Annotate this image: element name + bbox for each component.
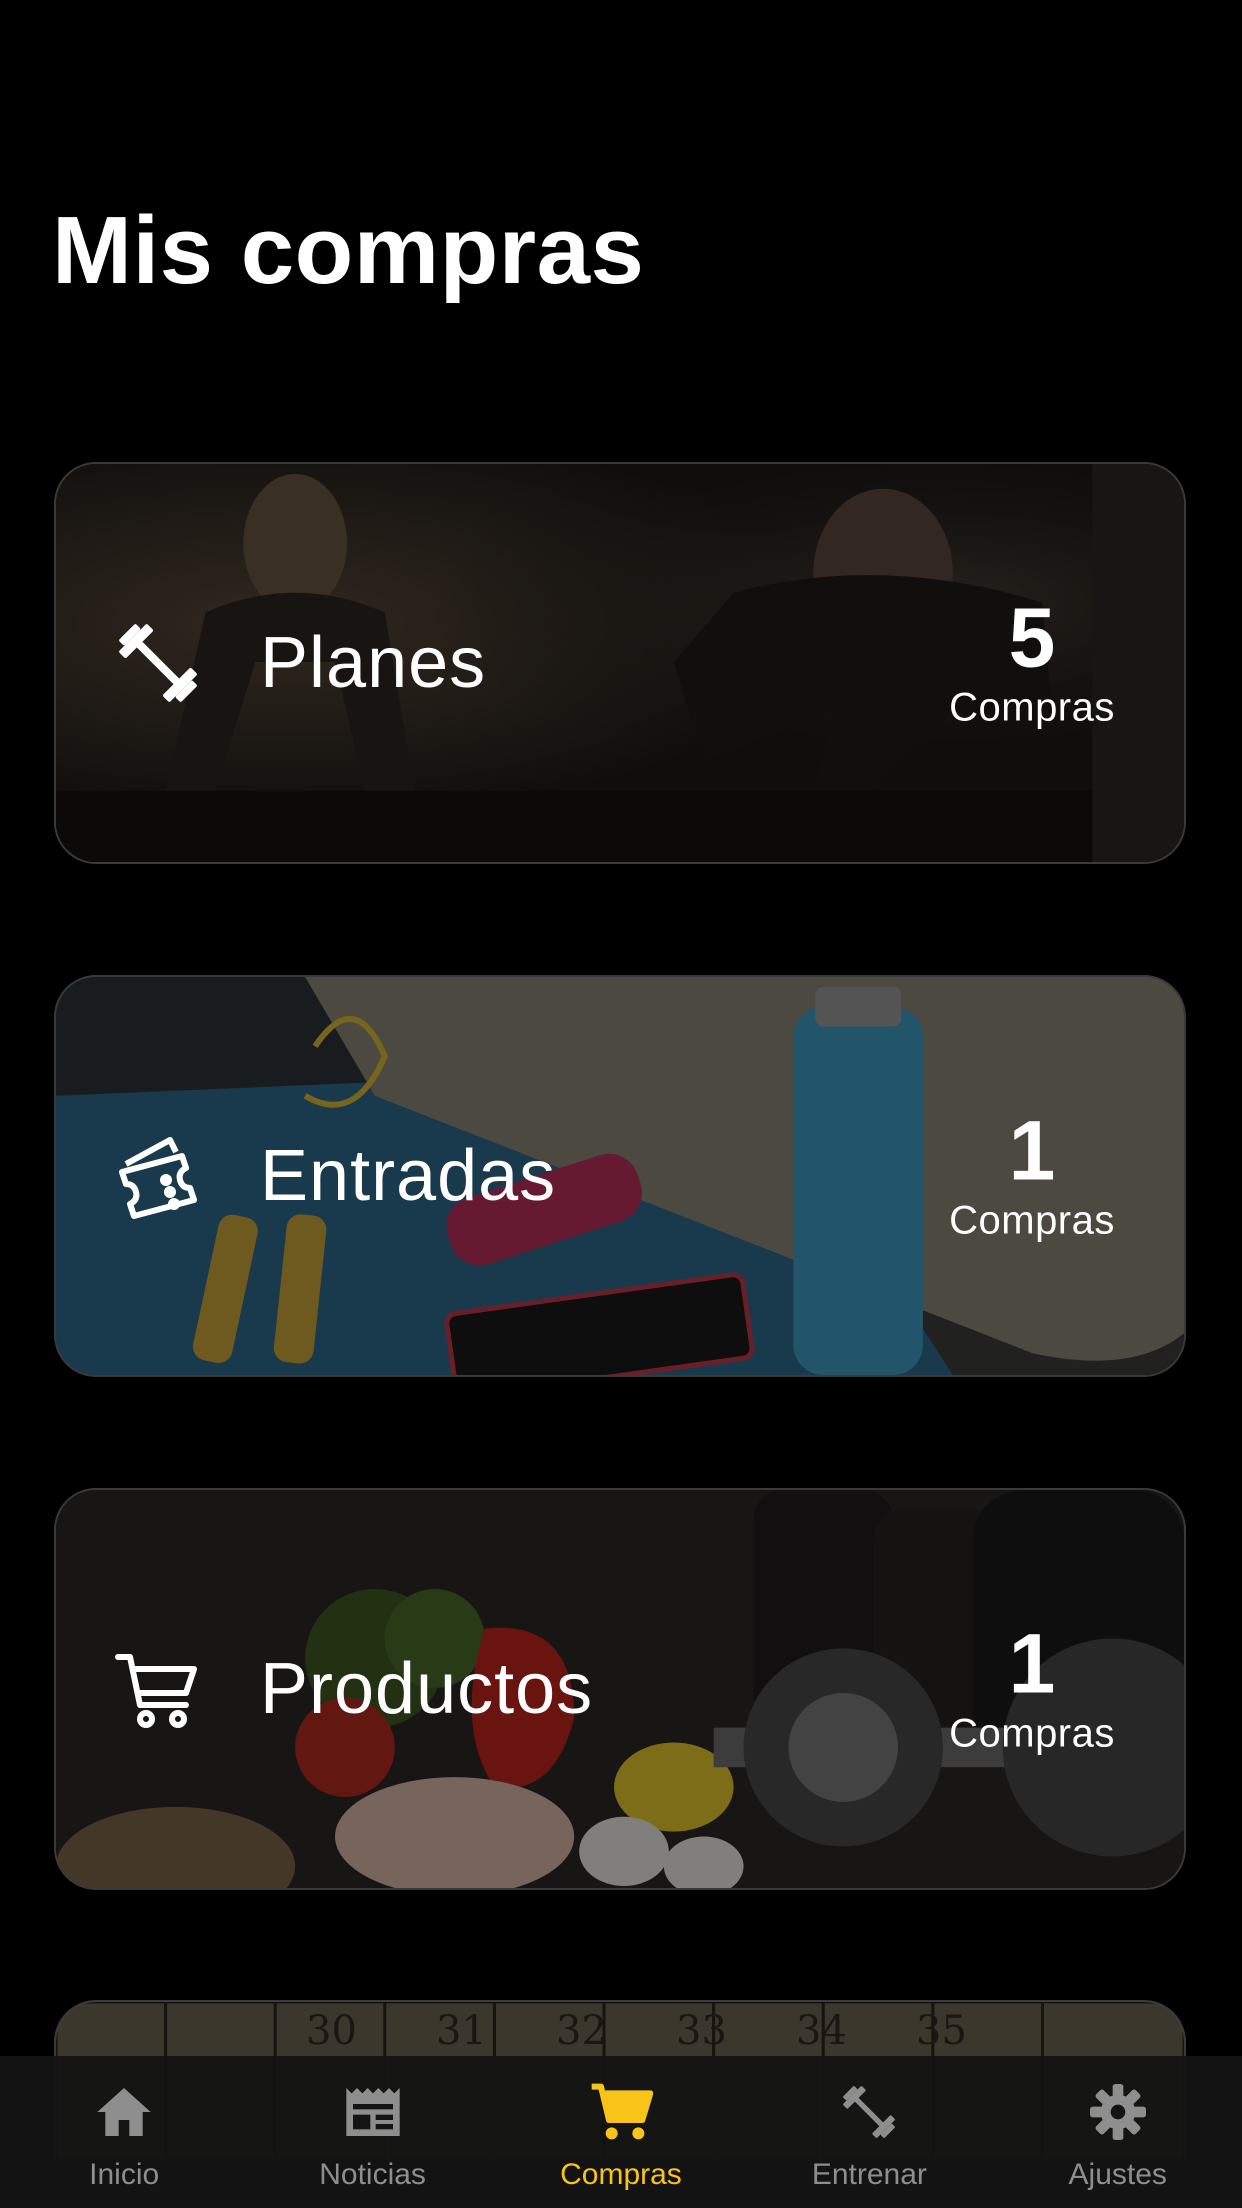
tab-label: Entrenar	[811, 2158, 927, 2191]
tab-label: Inicio	[89, 2158, 160, 2191]
locker-number: 32	[556, 2008, 607, 2054]
tab-ajustes[interactable]: Ajustes	[994, 2056, 1242, 2192]
locker-number: 35	[916, 2008, 967, 2054]
tab-noticias[interactable]: Noticias	[249, 2056, 497, 2192]
tab-inicio[interactable]: Inicio	[0, 2056, 248, 2192]
locker-number: 30	[306, 2008, 357, 2054]
count-number: 1	[1008, 1103, 1056, 1198]
tab-label: Noticias	[319, 2158, 426, 2191]
purchase-count: 1 Compras	[932, 1109, 1132, 1244]
locker-number: 31	[436, 2008, 487, 2054]
purchase-count: 5 Compras	[932, 596, 1132, 731]
dumbbell-icon	[837, 2080, 901, 2144]
tab-entrenar[interactable]: Entrenar	[745, 2056, 993, 2192]
page-title: Mis compras	[52, 197, 645, 304]
card-label: Planes	[260, 623, 487, 703]
cart-icon	[110, 1641, 206, 1737]
locker-number: 34	[796, 2008, 847, 2054]
cart-icon	[589, 2080, 653, 2144]
count-label: Compras	[949, 1711, 1115, 1756]
tab-compras[interactable]: Compras	[497, 2056, 745, 2192]
card-entradas[interactable]: Entradas 1 Compras	[54, 975, 1186, 1377]
tab-bar: Inicio Noticias Compras Entrenar Ajustes	[0, 2056, 1242, 2208]
tab-label: Ajustes	[1068, 2158, 1167, 2191]
ticket-icon	[110, 1128, 206, 1224]
home-icon	[92, 2080, 156, 2144]
locker-number: 33	[676, 2008, 727, 2054]
gear-icon	[1086, 2080, 1150, 2144]
card-productos[interactable]: Productos 1 Compras	[54, 1488, 1186, 1890]
card-label: Entradas	[260, 1136, 557, 1216]
purchase-count: 1 Compras	[932, 1622, 1132, 1757]
dumbbell-icon	[110, 615, 206, 711]
card-planes[interactable]: Planes 5 Compras	[54, 462, 1186, 864]
count-number: 5	[1008, 590, 1056, 685]
count-label: Compras	[949, 685, 1115, 730]
card-label: Productos	[260, 1649, 594, 1729]
count-number: 1	[1008, 1616, 1056, 1711]
newspaper-icon	[341, 2080, 405, 2144]
tab-label: Compras	[560, 2158, 682, 2191]
count-label: Compras	[949, 1198, 1115, 1243]
